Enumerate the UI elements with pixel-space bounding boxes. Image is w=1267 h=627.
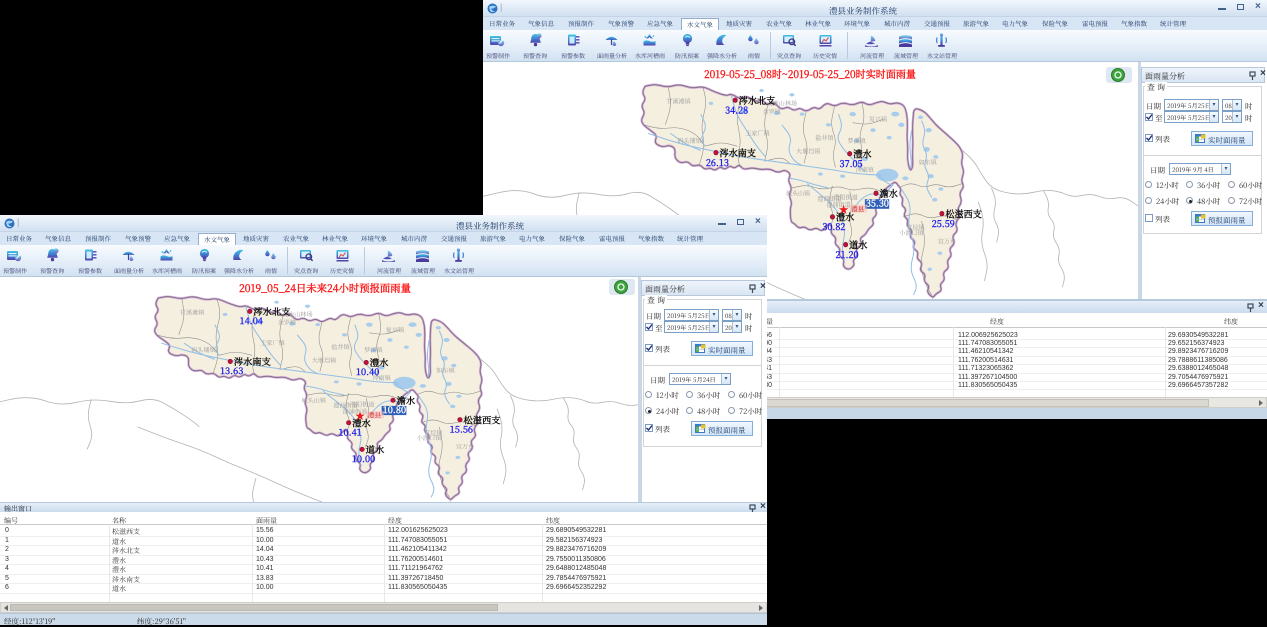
- svg-text:小渡口镇: 小渡口镇: [417, 433, 442, 442]
- svg-text:25.59: 25.59: [932, 216, 955, 230]
- svg-text:13.63: 13.63: [220, 363, 243, 377]
- svg-text:甘溪滩镇: 甘溪滩镇: [666, 96, 691, 105]
- svg-text:码头铺镇: 码头铺镇: [191, 345, 216, 354]
- svg-text:10.40: 10.40: [356, 364, 379, 378]
- svg-text:如东镇: 如东镇: [919, 157, 938, 166]
- svg-text:10.00: 10.00: [352, 451, 375, 465]
- svg-text:10.80: 10.80: [383, 402, 406, 416]
- svg-text:小渡口镇: 小渡口镇: [899, 228, 924, 237]
- svg-text:宜万乡: 宜万乡: [456, 441, 475, 450]
- svg-text:澧县: 澧县: [851, 203, 864, 213]
- svg-text:复兴镇: 复兴镇: [386, 325, 405, 334]
- svg-text:金罗镇: 金罗镇: [278, 318, 297, 327]
- svg-text:梦溪镇: 梦溪镇: [848, 136, 867, 145]
- svg-text:城头山镇: 城头山镇: [301, 395, 326, 404]
- svg-text:大堰垱镇: 大堰垱镇: [312, 356, 337, 365]
- svg-text:澧阳街道: 澧阳街道: [350, 399, 375, 408]
- svg-text:2019-05-25_08时~2019-05-25_20时实: 2019-05-25_08时~2019-05-25_20时实时面雨量: [704, 67, 916, 82]
- svg-text:王家厂镇: 王家厂镇: [745, 128, 770, 137]
- svg-text:30.82: 30.82: [822, 219, 845, 233]
- svg-text:14.04: 14.04: [240, 313, 264, 327]
- svg-text:甘溪滩镇: 甘溪滩镇: [180, 307, 205, 316]
- svg-text:梦溪镇: 梦溪镇: [364, 345, 383, 354]
- svg-text:澧阳街道: 澧阳街道: [833, 193, 858, 202]
- svg-text:盐井镇: 盐井镇: [815, 133, 834, 142]
- svg-text:如东镇: 如东镇: [436, 366, 455, 375]
- svg-text:37.05: 37.05: [840, 156, 863, 170]
- svg-text:15.56: 15.56: [450, 422, 473, 436]
- svg-text:大堰垱镇: 大堰垱镇: [796, 147, 821, 156]
- svg-text:26.13: 26.13: [706, 155, 729, 169]
- svg-text:宜万乡: 宜万乡: [938, 236, 956, 245]
- svg-text:10.41: 10.41: [338, 425, 361, 439]
- svg-text:城头山镇: 城头山镇: [786, 188, 811, 197]
- svg-text:王家厂镇: 王家厂镇: [260, 338, 285, 347]
- svg-text:34.28: 34.28: [725, 102, 748, 116]
- svg-text:盐井镇: 盐井镇: [331, 342, 350, 351]
- svg-text:35.30: 35.30: [866, 195, 889, 209]
- svg-text:澧县: 澧县: [368, 409, 382, 419]
- svg-text:码头铺镇: 码头铺镇: [677, 136, 702, 145]
- svg-text:金罗镇: 金罗镇: [763, 107, 782, 116]
- svg-text:复兴镇: 复兴镇: [869, 114, 888, 123]
- svg-text:2019_05_24日未来24小时预报面雨量: 2019_05_24日未来24小时预报面雨量: [239, 281, 411, 296]
- svg-text:21.20: 21.20: [836, 247, 859, 261]
